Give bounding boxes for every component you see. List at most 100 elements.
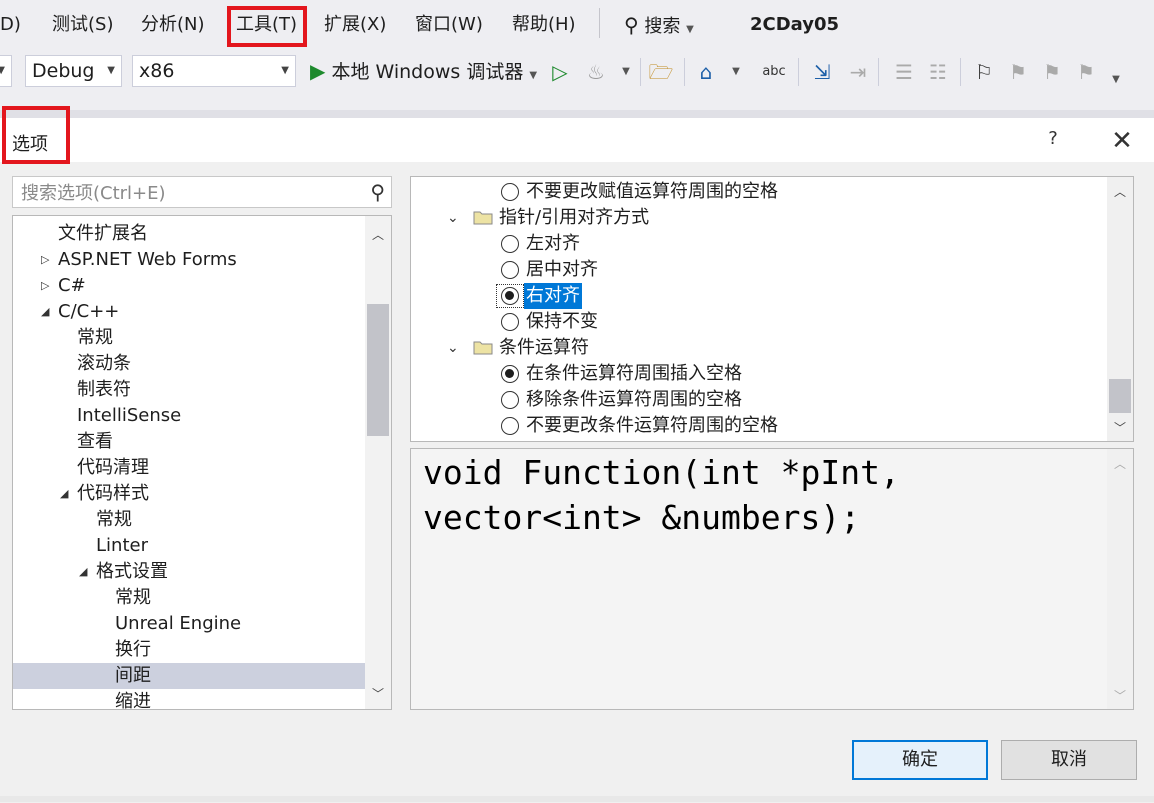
options-search-box: ⚲ bbox=[12, 176, 392, 208]
home-window-icon[interactable]: ⌂ bbox=[692, 58, 720, 86]
collapse-icon[interactable]: ◢ bbox=[60, 481, 68, 507]
chevron-down-icon[interactable]: ▼ bbox=[722, 58, 750, 86]
ok-button[interactable]: 确定 bbox=[852, 740, 988, 780]
toolbar-overflow-icon[interactable]: ▼ bbox=[1102, 66, 1130, 94]
options-tree: 文件扩展名 ▷ ASP.NET Web Forms ▷ C# ◢ C/C++ 常规 滚… bbox=[12, 215, 392, 710]
chevron-down-icon: ▼ bbox=[281, 65, 289, 76]
left-edge-combo[interactable]: ▼ bbox=[0, 55, 12, 87]
menu-test[interactable]: 测试(S) bbox=[52, 12, 113, 38]
next-bookmark-icon[interactable]: ⚑ bbox=[1038, 58, 1066, 86]
tree-item-label: 常规 bbox=[96, 509, 132, 530]
radio-button[interactable] bbox=[501, 183, 519, 201]
options-scrollbar-thumb[interactable] bbox=[1109, 379, 1131, 413]
expand-icon[interactable]: ▷ bbox=[41, 273, 49, 299]
tree-item[interactable]: ◢ 格式设置 bbox=[13, 559, 365, 585]
help-button[interactable]: ? bbox=[1043, 128, 1063, 154]
radio-button[interactable] bbox=[501, 313, 519, 331]
options-search-input[interactable] bbox=[19, 179, 353, 207]
tree-item[interactable]: 缩进 bbox=[13, 689, 365, 709]
clear-bookmarks-icon[interactable]: ⚑ bbox=[1072, 58, 1100, 86]
formatting-options-list: 不要更改赋值运算符周围的空格 ⌄ 指针/引用对齐方式 左对齐 居中对齐 右对齐 … bbox=[410, 176, 1134, 442]
tree-item[interactable]: 制表符 bbox=[13, 377, 365, 403]
collapse-icon[interactable]: ◢ bbox=[41, 299, 49, 325]
tree-item-selected[interactable]: 间距 bbox=[13, 663, 365, 689]
tree-item[interactable]: Linter bbox=[13, 533, 365, 559]
comment-lines-icon[interactable]: ☰ bbox=[890, 58, 918, 86]
search-icon[interactable]: ⚲ bbox=[370, 180, 385, 204]
menu-help[interactable]: 帮助(H) bbox=[512, 12, 576, 38]
tree-item-label: 换行 bbox=[115, 639, 151, 660]
option-group[interactable]: ⌄ 条件运算符 bbox=[411, 335, 1111, 361]
option-group[interactable]: ⌄ 指针/引用对齐方式 bbox=[411, 205, 1111, 231]
bookmark-icon[interactable]: ⚐ bbox=[970, 58, 998, 86]
option-radio[interactable]: 左对齐 bbox=[411, 231, 1111, 257]
option-radio[interactable]: 居中对齐 bbox=[411, 257, 1111, 283]
option-radio[interactable]: 不要更改条件运算符周围的空格 bbox=[411, 413, 1111, 439]
tree-item[interactable]: 文件扩展名 bbox=[13, 221, 365, 247]
previous-bookmark-icon[interactable]: ⚑ bbox=[1004, 58, 1032, 86]
tree-item[interactable]: ◢ C/C++ bbox=[13, 299, 365, 325]
menu-extensions[interactable]: 扩展(X) bbox=[324, 12, 386, 38]
expand-icon[interactable]: ▷ bbox=[41, 247, 49, 273]
search-button[interactable]: ⚲ 搜索 ▼ bbox=[624, 12, 694, 43]
menu-debug[interactable]: D) bbox=[0, 12, 21, 38]
tree-item-label: ASP.NET Web Forms bbox=[58, 249, 237, 270]
tree-item[interactable]: IntelliSense bbox=[13, 403, 365, 429]
step-into-icon[interactable]: ⇲ bbox=[808, 58, 836, 86]
collapse-icon[interactable]: ◢ bbox=[79, 559, 87, 585]
option-radio[interactable]: 保持不变 bbox=[411, 309, 1111, 335]
configuration-combo[interactable]: Debug ▼ bbox=[25, 55, 122, 87]
radio-button-checked[interactable] bbox=[501, 287, 519, 305]
chevron-down-icon[interactable]: ⌄ bbox=[447, 205, 459, 231]
uncomment-lines-icon[interactable]: ☷ bbox=[924, 58, 952, 86]
platform-value: x86 bbox=[139, 60, 175, 82]
cancel-button[interactable]: 取消 bbox=[1001, 740, 1137, 780]
scroll-up-icon[interactable]: ︿ bbox=[1107, 181, 1133, 203]
tree-item[interactable]: 滚动条 bbox=[13, 351, 365, 377]
tree-item[interactable]: 查看 bbox=[13, 429, 365, 455]
scroll-up-icon[interactable]: ︿ bbox=[1107, 453, 1133, 475]
chevron-down-icon[interactable]: ⌄ bbox=[447, 335, 459, 361]
radio-button[interactable] bbox=[501, 235, 519, 253]
tree-item[interactable]: 常规 bbox=[13, 585, 365, 611]
tree-item-label: 代码清理 bbox=[77, 457, 149, 478]
step-over-icon[interactable]: ⇥ bbox=[844, 58, 872, 86]
tree-item[interactable]: 常规 bbox=[13, 507, 365, 533]
start-without-debugging-icon[interactable]: ▷ bbox=[546, 58, 574, 86]
radio-button[interactable] bbox=[501, 391, 519, 409]
scroll-down-icon[interactable]: ﹀ bbox=[1107, 685, 1133, 707]
tree-item[interactable]: Unreal Engine bbox=[13, 611, 365, 637]
scroll-down-icon[interactable]: ﹀ bbox=[1107, 417, 1133, 439]
solution-name: 2CDay05 bbox=[750, 14, 840, 35]
option-radio[interactable]: 移除条件运算符周围的空格 bbox=[411, 387, 1111, 413]
menu-bar: D) 测试(S) 分析(N) 工具(T) 扩展(X) 窗口(W) 帮助(H) ⚲… bbox=[0, 0, 1154, 50]
hot-reload-icon[interactable]: ♨ bbox=[582, 58, 610, 86]
menu-window[interactable]: 窗口(W) bbox=[415, 12, 483, 38]
tree-item[interactable]: 换行 bbox=[13, 637, 365, 663]
tree-item[interactable]: ◢ 代码样式 bbox=[13, 481, 365, 507]
platform-combo[interactable]: x86 ▼ bbox=[132, 55, 296, 87]
tree-item[interactable]: ▷ ASP.NET Web Forms bbox=[13, 247, 365, 273]
options-scrollbar[interactable]: ︿ ﹀ bbox=[1107, 177, 1133, 441]
radio-button[interactable] bbox=[501, 261, 519, 279]
tree-item[interactable]: ▷ C# bbox=[13, 273, 365, 299]
tree-scrollbar-thumb[interactable] bbox=[367, 304, 389, 436]
radio-button[interactable] bbox=[501, 417, 519, 435]
radio-button-checked[interactable] bbox=[501, 365, 519, 383]
option-radio[interactable]: 不要更改赋值运算符周围的空格 bbox=[411, 179, 1111, 205]
menu-analyze[interactable]: 分析(N) bbox=[141, 12, 205, 38]
tree-scrollbar[interactable]: ︿ ﹀ bbox=[365, 216, 391, 709]
scroll-up-icon[interactable]: ︿ bbox=[365, 224, 391, 246]
spell-check-icon[interactable]: abc bbox=[760, 58, 788, 86]
play-icon: ▶ bbox=[310, 59, 326, 83]
tree-item[interactable]: 代码清理 bbox=[13, 455, 365, 481]
option-radio[interactable]: 在条件运算符周围插入空格 bbox=[411, 361, 1111, 387]
close-button[interactable]: ✕ bbox=[1108, 126, 1136, 156]
scroll-down-icon[interactable]: ﹀ bbox=[365, 683, 391, 705]
tree-item[interactable]: 常规 bbox=[13, 325, 365, 351]
chevron-down-icon[interactable]: ▼ bbox=[612, 58, 640, 86]
start-debugger-button[interactable]: ▶ 本地 Windows 调试器 ▼ bbox=[310, 56, 537, 86]
preview-scrollbar[interactable]: ︿ ﹀ bbox=[1107, 449, 1133, 709]
option-radio-selected[interactable]: 右对齐 bbox=[411, 283, 1111, 309]
open-folder-icon[interactable]: 🗁 bbox=[647, 58, 675, 86]
